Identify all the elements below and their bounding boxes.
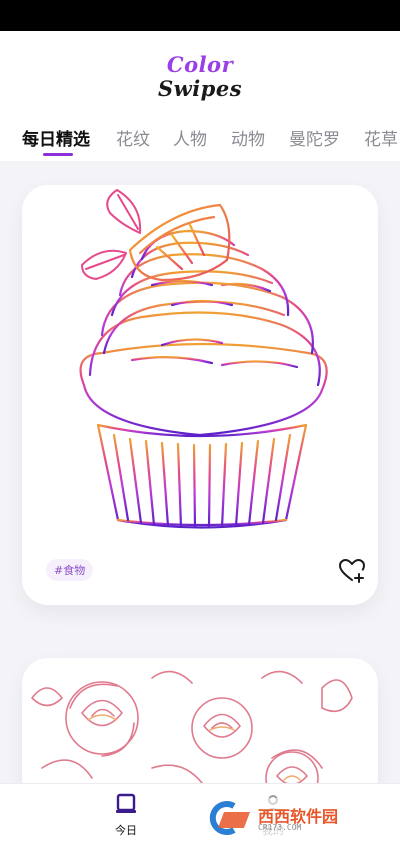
- category-tag[interactable]: #食物: [46, 559, 94, 581]
- logo-line-1: Color: [166, 52, 234, 77]
- nav-today[interactable]: 今日: [86, 792, 166, 838]
- coloring-card[interactable]: [22, 658, 378, 783]
- tab-mandala[interactable]: 曼陀罗: [289, 125, 340, 150]
- today-icon: [116, 793, 136, 813]
- watermark-logo-icon: [209, 801, 250, 835]
- tab-daily-picks[interactable]: 每日精选: [22, 125, 90, 150]
- site-watermark: 西西软件园 CR173.COM: [200, 798, 386, 838]
- status-bar: [0, 0, 400, 31]
- tab-patterns[interactable]: 花纹: [116, 125, 150, 150]
- category-tabs: 每日精选 花纹 人物 动物 曼陀罗 花草: [0, 121, 400, 161]
- tab-people[interactable]: 人物: [173, 125, 207, 150]
- coloring-card[interactable]: #食物: [22, 185, 378, 605]
- tab-animals[interactable]: 动物: [231, 125, 265, 150]
- tab-flowers[interactable]: 花草: [364, 125, 398, 150]
- app-logo: Color Swipes: [0, 53, 400, 101]
- feed[interactable]: #食物: [0, 161, 400, 783]
- nav-today-label: 今日: [115, 824, 137, 837]
- header: Color Swipes 每日精选 花纹 人物 动物 曼陀罗 花草: [0, 31, 400, 161]
- logo-line-2: Swipes: [157, 76, 243, 101]
- heart-plus-icon[interactable]: [338, 557, 366, 585]
- watermark-site: CR173.COM: [258, 823, 302, 832]
- roses-line-art: [31, 670, 353, 783]
- active-tab-indicator: [43, 153, 73, 156]
- cupcake-line-art: [79, 189, 328, 529]
